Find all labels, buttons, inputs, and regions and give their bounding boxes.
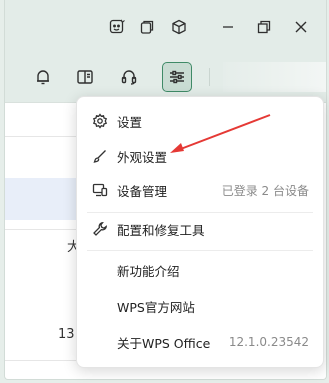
menu-item-appearance[interactable]: 外观设置 (77, 141, 323, 171)
window-switch-icon[interactable] (137, 17, 157, 37)
logged-in-devices-count: 已登录 2 台设备 (221, 183, 309, 198)
menu-item-device-management[interactable]: 设备管理 已登录 2 台设备 (77, 175, 323, 205)
wrench-icon (91, 220, 109, 238)
text-fragment: 13 (58, 327, 75, 342)
skin-icon[interactable] (107, 17, 127, 37)
box-icon[interactable] (169, 17, 189, 37)
menu-item-about[interactable]: 关于WPS Office 12.1.0.23542 (77, 327, 323, 357)
toolbar-divider (209, 68, 210, 86)
menu-item-whats-new[interactable]: 新功能介绍 (77, 255, 323, 285)
menu-divider (87, 212, 313, 213)
settings-menu-button[interactable] (162, 62, 192, 92)
menu-item-label: 新功能介绍 (117, 263, 180, 279)
menu-item-official-website[interactable]: WPS官方网站 (77, 291, 323, 321)
restore-button[interactable] (254, 17, 274, 37)
menu-item-repair-tools[interactable]: 配置和修复工具 (77, 214, 323, 244)
device-icon (91, 181, 109, 199)
minimize-button[interactable] (218, 17, 238, 37)
close-button[interactable] (291, 17, 311, 37)
menu-item-settings[interactable]: 设置 (77, 106, 323, 136)
notification-bell-icon[interactable] (29, 63, 57, 91)
menu-item-label: WPS官方网站 (117, 299, 195, 315)
menu-item-label: 配置和修复工具 (117, 222, 205, 238)
menu-item-label: 设置 (117, 114, 143, 130)
menu-item-label: 外观设置 (117, 149, 168, 165)
brush-icon (91, 147, 109, 165)
menu-divider (87, 250, 313, 251)
menu-item-label: 关于WPS Office (117, 335, 211, 351)
reading-mode-icon[interactable] (71, 63, 99, 91)
account-area[interactable] (223, 62, 326, 92)
headset-icon[interactable] (115, 63, 143, 91)
menu-item-label: 设备管理 (117, 183, 168, 199)
gear-icon (91, 112, 109, 130)
version-number: 12.1.0.23542 (228, 335, 309, 349)
settings-dropdown-menu: 设置 外观设置 设备管理 已登录 2 台设备 配置和修复工具 新功能介绍 WPS… (76, 96, 324, 368)
